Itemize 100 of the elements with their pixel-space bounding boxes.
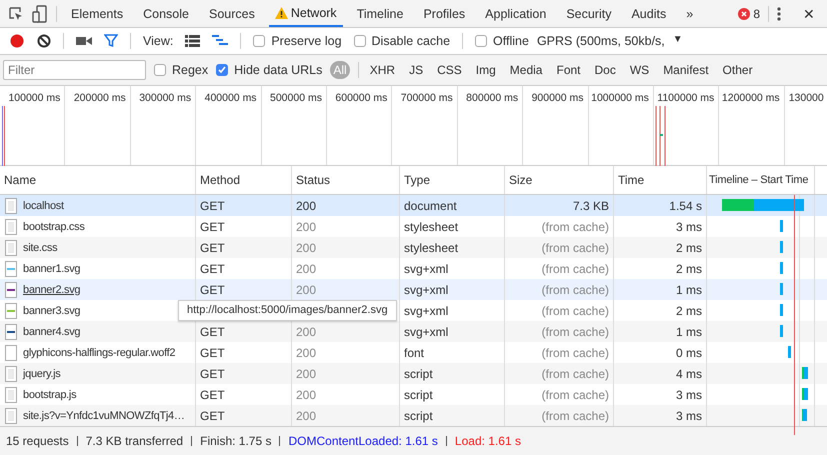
method-cell: GET (200, 388, 225, 402)
error-count[interactable]: 8 (753, 6, 760, 20)
request-name[interactable]: banner2.svg (23, 284, 80, 296)
panel-tab[interactable]: Application (479, 0, 552, 27)
image-file-icon (5, 260, 17, 277)
panel-tab[interactable]: Sources (202, 0, 261, 27)
method-cell: GET (200, 262, 225, 276)
request-name[interactable]: jquery.js (23, 368, 60, 380)
status-cell: 200 (296, 324, 316, 339)
column-header[interactable]: Name (0, 166, 196, 194)
clear-icon[interactable] (37, 34, 51, 48)
type-filter-button[interactable]: Img (472, 61, 499, 79)
size-cell: (from cache) (542, 408, 609, 423)
panel-tab[interactable]: Security (560, 0, 618, 27)
request-name[interactable]: localhost (23, 200, 64, 212)
type-filter-button[interactable]: Doc (592, 61, 619, 79)
column-header[interactable]: Status (292, 166, 400, 194)
more-options-icon[interactable] (777, 6, 781, 20)
panel-tab[interactable]: Timeline (350, 0, 410, 27)
time-cell: 3 ms (676, 388, 702, 402)
request-name[interactable]: banner1.svg (23, 262, 80, 275)
status-text: 7.3 KB transferred (86, 434, 184, 448)
close-button[interactable]: ✕ (803, 6, 815, 22)
time-cell: 3 ms (676, 408, 702, 423)
request-row[interactable]: banner4.svg GET 200 svg+xml (from cache) 1 ms (0, 321, 827, 342)
column-header[interactable]: Size (505, 166, 614, 194)
hide-data-urls-checkbox[interactable]: Hide data URLs (216, 63, 322, 77)
type-filter-button[interactable]: WS (626, 61, 652, 79)
method-cell: GET (200, 346, 225, 360)
document-icon (5, 366, 17, 382)
option-checkbox[interactable]: Disable cache (354, 34, 450, 48)
throttle-dropdown[interactable]: GPRS (500ms, 50kb/s, ▼ (536, 34, 683, 48)
size-cell: (from cache) (542, 304, 609, 318)
overview-tick-label: 800000 ms (466, 92, 518, 104)
size-cell: (from cache) (542, 388, 609, 402)
panel-tab[interactable]: Profiles (417, 0, 472, 27)
type-filter-button[interactable]: Font (553, 61, 584, 79)
more-tabs-button[interactable]: » (680, 0, 700, 27)
type-filter-button[interactable]: JS (406, 61, 426, 79)
overview-tick-label: 300000 ms (139, 92, 192, 104)
device-icon[interactable] (32, 4, 48, 22)
document-icon (5, 408, 17, 424)
request-name[interactable]: site.css (23, 242, 58, 254)
request-name[interactable]: bootstrap.css (23, 220, 85, 233)
request-name[interactable]: banner3.svg (23, 304, 80, 317)
panel-tab[interactable]: Audits (625, 0, 672, 27)
waterfall-bar (802, 388, 808, 400)
type-cell: svg+xml (404, 304, 448, 318)
overview-tick-label: 1100000 ms (657, 92, 714, 104)
panel-tab[interactable]: Elements (65, 0, 130, 27)
request-row[interactable]: jquery.js GET 200 script (from cache) 4 ms (0, 363, 827, 384)
request-row[interactable]: banner2.svg GET 200 svg+xml (from cache) 1 ms (0, 279, 827, 300)
list-view-icon[interactable] (185, 34, 200, 47)
type-filter-button[interactable]: CSS (434, 61, 465, 79)
type-filter-button[interactable]: Media (506, 61, 546, 79)
time-cell: 2 ms (676, 304, 702, 318)
filter-field[interactable]: Filter (3, 60, 146, 80)
error-icon[interactable] (738, 8, 750, 20)
column-header[interactable]: Type (400, 166, 505, 194)
type-filter-button[interactable]: XHR (366, 61, 398, 79)
waterfall-bar (780, 262, 783, 274)
inspect-icon[interactable] (8, 6, 24, 22)
waterfall-view-icon[interactable] (212, 34, 228, 47)
request-name[interactable]: site.js?v=Ynfdc1vuMNOWZfqTj4… (23, 410, 185, 422)
waterfall-bar (788, 346, 791, 358)
column-header[interactable]: Time (614, 166, 707, 194)
method-cell: GET (200, 240, 225, 255)
record-icon[interactable] (9, 32, 25, 49)
option-checkbox[interactable]: Preserve log (253, 34, 342, 48)
file-icon (5, 344, 17, 361)
url-tooltip: http://localhost:5000/images/banner2.svg (178, 300, 397, 322)
panel-tab[interactable]: Network (268, 0, 343, 27)
request-name[interactable]: glyphicons-halflings-regular.woff2 (23, 346, 176, 359)
overview-tick-label: 600000 ms (335, 92, 388, 104)
type-filter-button[interactable]: Other (720, 61, 756, 79)
column-header[interactable]: Method (196, 166, 292, 194)
waterfall-bar (780, 241, 783, 254)
column-header[interactable]: Timeline – Start Time (707, 166, 815, 194)
offline-checkbox[interactable]: Offline (475, 34, 529, 48)
size-cell: (from cache) (542, 366, 609, 381)
time-cell: 2 ms (676, 240, 702, 255)
view-label: View: (143, 34, 174, 48)
status-text: DOMContentLoaded: 1.61 s (288, 434, 438, 448)
status-cell: 200 (296, 388, 316, 402)
request-row[interactable]: site.js?v=Ynfdc1vuMNOWZfqTj4… GET 200 script (from cache) 3 ms (0, 405, 827, 426)
overview-tick-label: 130000 (788, 92, 824, 104)
method-cell: GET (200, 220, 225, 234)
camera-icon[interactable] (76, 36, 92, 46)
time-cell: 3 ms (676, 220, 702, 234)
status-text: Finish: 1.75 s (200, 434, 272, 448)
type-filter-button[interactable]: Manifest (660, 61, 712, 79)
regex-checkbox[interactable]: Regex (154, 63, 208, 77)
request-row[interactable]: site.css GET 200 stylesheet (from cache) 2 ms (0, 237, 827, 258)
method-cell: GET (200, 408, 225, 423)
filter-icon[interactable] (104, 34, 118, 48)
request-name[interactable]: banner4.svg (23, 326, 80, 338)
request-row[interactable]: localhost GET 200 document 7.3 KB 1.54 s (0, 195, 827, 216)
overview-tick-label: 200000 ms (74, 92, 126, 104)
panel-tab[interactable]: Console (137, 0, 195, 27)
request-name[interactable]: bootstrap.js (23, 388, 76, 401)
